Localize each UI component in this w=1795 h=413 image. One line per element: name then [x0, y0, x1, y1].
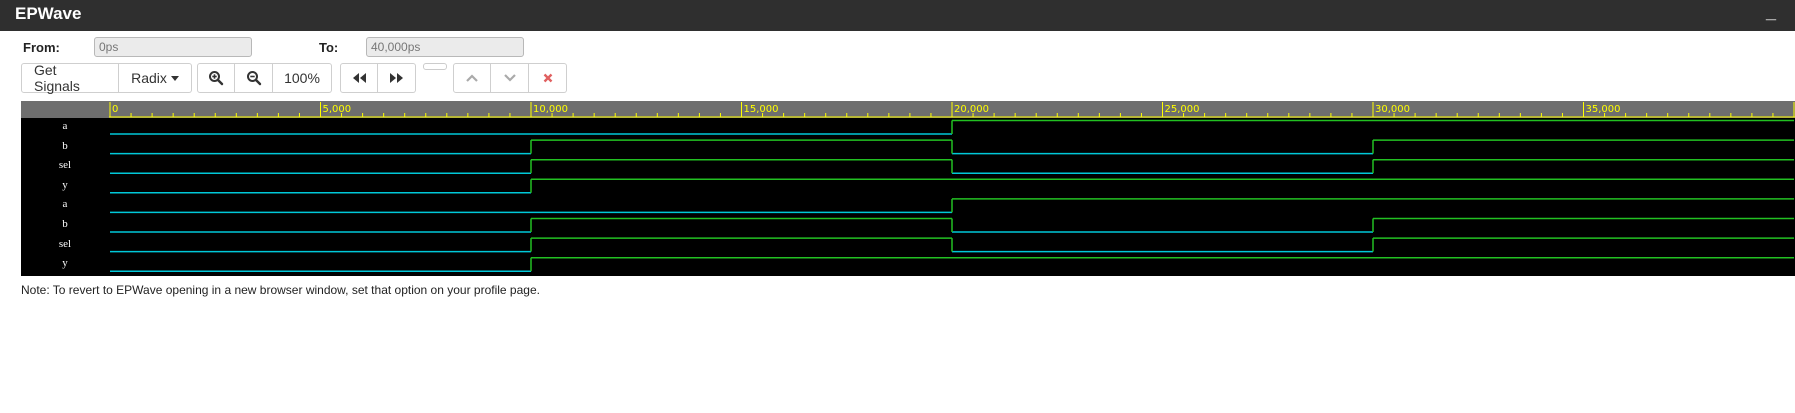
- signal-name[interactable]: y: [21, 179, 109, 191]
- zoom-out-button[interactable]: [235, 63, 273, 93]
- zoom-in-button[interactable]: [197, 63, 235, 93]
- from-label: From:: [23, 40, 60, 55]
- chevron-down-icon: [503, 74, 516, 82]
- blank-button[interactable]: [423, 63, 447, 70]
- close-icon: [543, 73, 552, 83]
- to-input[interactable]: [366, 37, 524, 57]
- fast-forward-button[interactable]: [378, 63, 416, 93]
- fast-forward-icon: [389, 73, 403, 83]
- chevron-up-icon: [466, 74, 478, 82]
- get-signals-label: Get Signals: [34, 62, 80, 94]
- signal-name[interactable]: sel: [21, 238, 109, 250]
- zoom-level-label: 100%: [284, 70, 320, 86]
- tick-label: 30,000: [1375, 104, 1410, 115]
- tick-label: 35,000: [1586, 104, 1621, 115]
- caret-down-icon: [170, 75, 179, 81]
- signal-name[interactable]: b: [21, 218, 109, 230]
- to-label: To:: [319, 40, 339, 55]
- tick-label: 10,000: [533, 104, 568, 115]
- from-input[interactable]: [94, 37, 252, 57]
- zoom-level-button[interactable]: 100%: [273, 63, 332, 93]
- radix-label: Radix: [131, 70, 167, 86]
- epwave-panel: From: To: Get Signals Radix: [0, 31, 1795, 413]
- ruler-corner: [21, 101, 109, 118]
- rewind-icon: [353, 73, 366, 83]
- zoom-out-icon: [246, 71, 261, 86]
- signal-name[interactable]: y: [21, 257, 109, 269]
- waveform-canvas[interactable]: [109, 118, 1795, 276]
- minimize-button[interactable]: _: [1766, 2, 1776, 23]
- next-edge-button[interactable]: [491, 63, 529, 93]
- signal-name[interactable]: a: [21, 198, 109, 210]
- signals-group: Get Signals Radix: [21, 62, 192, 94]
- tick-label: 25,000: [1165, 104, 1200, 115]
- zoom-in-icon: [209, 71, 224, 86]
- rewind-button[interactable]: [340, 63, 378, 93]
- remove-button[interactable]: [529, 63, 567, 93]
- tick-label: 15,000: [744, 104, 779, 115]
- tick-label: 5,000: [323, 104, 352, 115]
- signal-name[interactable]: sel: [21, 159, 109, 171]
- tick-label: 0: [112, 104, 118, 115]
- marker-group: [453, 63, 567, 93]
- time-ruler[interactable]: 0 5,000 10,000 15,000 20,000 25,000 30,000 35,0…: [109, 101, 1795, 118]
- previous-edge-button[interactable]: [453, 63, 491, 93]
- radix-dropdown[interactable]: Radix: [119, 63, 192, 93]
- signal-name[interactable]: a: [21, 120, 109, 132]
- app-title: EPWave: [15, 4, 82, 23]
- zoom-group: 100%: [197, 63, 332, 93]
- title-bar: EPWave _: [0, 0, 1795, 31]
- navigate-group: [340, 63, 416, 93]
- note-text: Note: To revert to EPWave opening in a n…: [21, 283, 540, 297]
- waveform-viewer[interactable]: 0 5,000 10,000 15,000 20,000 25,000 30,000 35,0…: [21, 101, 1795, 276]
- tick-label: 20,000: [954, 104, 989, 115]
- signal-name[interactable]: b: [21, 140, 109, 152]
- get-signals-button[interactable]: Get Signals: [21, 62, 119, 94]
